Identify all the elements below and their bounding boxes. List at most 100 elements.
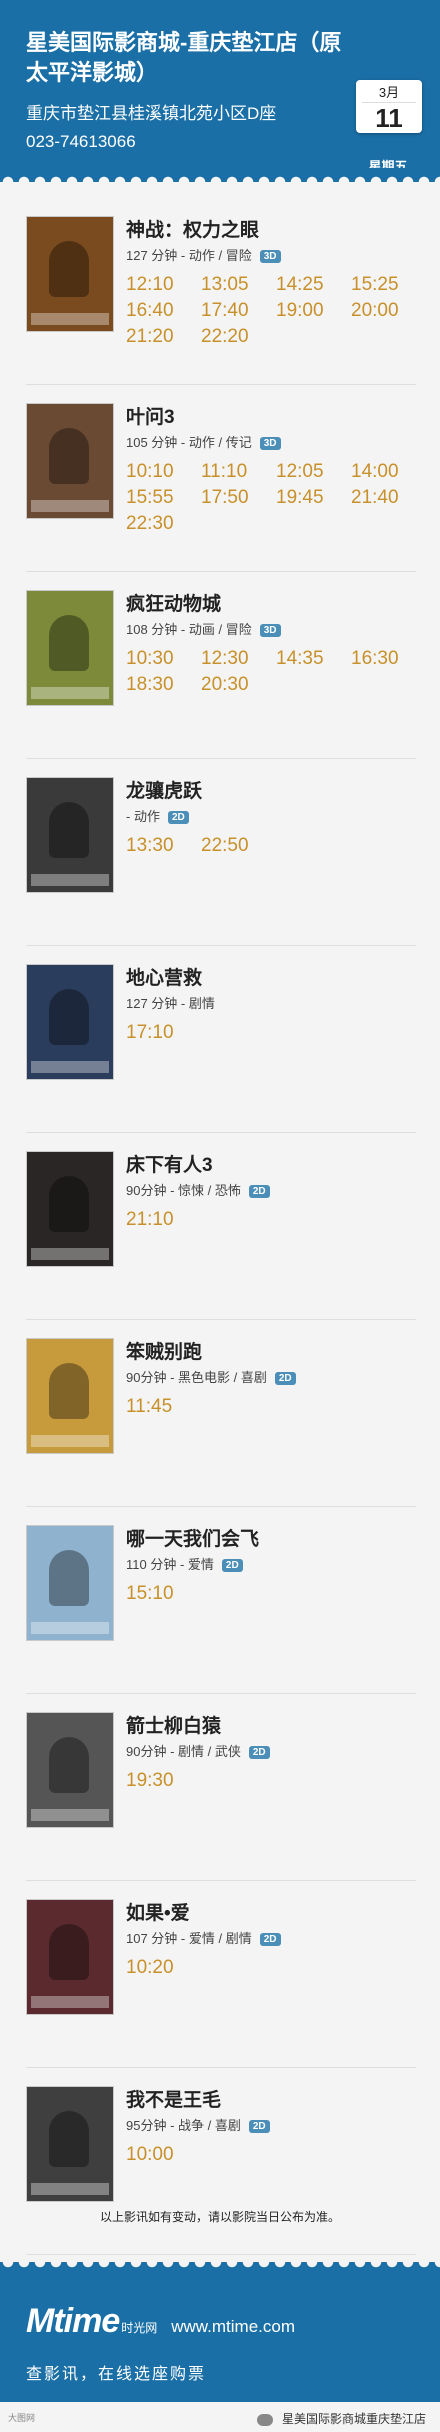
showtime[interactable]: 22:20 [201,324,276,350]
movie-duration-genre: 90分钟 - 剧情 / 武侠 [126,1744,241,1759]
movie-title[interactable]: 哪一天我们会飞 [126,1529,416,1551]
movie-title[interactable]: 箭士柳白猿 [126,1716,416,1738]
movie-title[interactable]: 如果•爱 [126,1903,416,1925]
disclaimer: 以上影讯如有变动，请以影院当日公布为准。 [99,2210,340,2224]
showtimes: 15:10 [126,1581,426,1607]
movie-poster[interactable] [26,2086,114,2202]
movie-duration-genre: 105 分钟 - 动作 / 传记 [126,435,252,450]
showtime[interactable]: 19:00 [276,298,351,324]
showtime[interactable]: 17:10 [126,1020,201,1046]
poster-title-band [31,874,109,886]
movie-meta: 107 分钟 - 爱情 / 剧情 2D [126,1931,416,1947]
showtime[interactable]: 22:30 [126,511,201,537]
showtime[interactable]: 14:25 [276,272,351,298]
movie-duration-genre: 107 分钟 - 爱情 / 剧情 [126,1931,252,1946]
format-badge: 2D [167,810,189,824]
movie-item[interactable]: 箭士柳白猿 90分钟 - 剧情 / 武侠 2D 19:30 [26,1712,416,1881]
showtime[interactable]: 15:25 [351,272,426,298]
movie-item[interactable]: 笨贼别跑 90分钟 - 黑色电影 / 喜剧 2D 11:45 [26,1338,416,1507]
showtime[interactable]: 20:30 [201,672,276,698]
showtime[interactable]: 10:30 [126,646,201,672]
format-badge: 2D [248,1184,270,1198]
format-badge: 2D [248,1745,270,1759]
movie-poster[interactable] [26,1151,114,1267]
showtime[interactable]: 10:00 [126,2142,201,2168]
showtime[interactable]: 16:40 [126,298,201,324]
showtime[interactable]: 12:05 [276,459,351,485]
showtime[interactable]: 22:50 [201,833,276,859]
movie-meta: 90分钟 - 黑色电影 / 喜剧 2D [126,1370,416,1386]
showtimes: 10:20 [126,1955,426,1981]
movie-title[interactable]: 笨贼别跑 [126,1342,416,1364]
movie-item[interactable]: 如果•爱 107 分钟 - 爱情 / 剧情 2D 10:20 [26,1899,416,2068]
poster-figure [49,1176,89,1232]
showtime[interactable]: 11:10 [201,459,276,485]
format-badge: 3D [259,623,281,637]
mtime-logo[interactable]: Mtime 时光网 www.mtime.com [26,2302,295,2341]
showtime[interactable]: 14:00 [351,459,426,485]
movie-info: 神战：权力之眼 127 分钟 - 动作 / 冒险 3D 12:10 13:05 14:25… [126,220,416,350]
format-badge: 2D [221,1558,243,1572]
poster-figure [49,1737,89,1793]
movie-poster[interactable] [26,964,114,1080]
showtime[interactable]: 17:50 [201,485,276,511]
showtime[interactable]: 13:30 [126,833,201,859]
movie-poster[interactable] [26,403,114,519]
movie-title[interactable]: 我不是王毛 [126,2090,416,2112]
showtime[interactable]: 21:10 [126,1207,201,1233]
movie-title[interactable]: 疯狂动物城 [126,594,416,616]
showtime[interactable]: 19:30 [126,1768,201,1794]
movie-poster[interactable] [26,1338,114,1454]
movie-item[interactable]: 床下有人3 90分钟 - 惊悚 / 恐怖 2D 21:10 [26,1151,416,1320]
showtime[interactable]: 10:20 [126,1955,201,1981]
watermark-text: 大图网 [8,2413,36,2423]
showtime[interactable]: 11:45 [126,1394,201,1420]
movie-title[interactable]: 叶问3 [126,407,416,429]
showtime[interactable]: 17:40 [201,298,276,324]
showtime[interactable]: 18:30 [126,672,201,698]
movie-title[interactable]: 床下有人3 [126,1155,416,1177]
movie-poster[interactable] [26,590,114,706]
poster-title-band [31,1996,109,2008]
showtime[interactable]: 10:10 [126,459,201,485]
showtime[interactable]: 19:45 [276,485,351,511]
movie-item[interactable]: 地心营救 127 分钟 - 剧情 17:10 [26,964,416,1133]
movie-title[interactable]: 神战：权力之眼 [126,220,416,242]
movie-item[interactable]: 叶问3 105 分钟 - 动作 / 传记 3D 10:10 11:10 12:05 14:0… [26,403,416,572]
movie-title[interactable]: 地心营救 [126,968,416,990]
movie-list: 神战：权力之眼 127 分钟 - 动作 / 冒险 3D 12:10 13:05 14:25… [26,216,416,2273]
movie-item[interactable]: 我不是王毛 95分钟 - 战争 / 喜剧 2D 10:00 [26,2086,416,2255]
movie-poster[interactable] [26,1525,114,1641]
format-badge: 2D [259,1932,281,1946]
showtimes: 10:30 12:30 14:35 16:30 18:30 20:30 [126,646,426,698]
showtime[interactable]: 21:40 [351,485,426,511]
site-url[interactable]: www.mtime.com [171,2317,295,2337]
cinema-phone[interactable]: 023-74613066 [26,132,440,152]
movie-poster[interactable] [26,1712,114,1828]
movie-title[interactable]: 龙骧虎跃 [126,781,416,803]
movie-poster[interactable] [26,777,114,893]
showtime[interactable]: 14:35 [276,646,351,672]
format-badge: 2D [274,1371,296,1385]
showtimes: 12:10 13:05 14:25 15:25 16:40 17:40 19:00 20:00… [126,272,426,350]
movie-duration-genre: 108 分钟 - 动画 / 冒险 [126,622,252,637]
movie-poster[interactable] [26,1899,114,2015]
movie-item[interactable]: 神战：权力之眼 127 分钟 - 动作 / 冒险 3D 12:10 13:05 14:25… [26,216,416,385]
movie-meta: 90分钟 - 惊悚 / 恐怖 2D [126,1183,416,1199]
date-card: 3月 11 [356,80,422,133]
movie-info: 哪一天我们会飞 110 分钟 - 爱情 2D 15:10 [126,1529,416,1607]
showtime[interactable]: 21:20 [126,324,201,350]
showtime[interactable]: 15:55 [126,485,201,511]
showtime[interactable]: 12:30 [201,646,276,672]
showtime[interactable]: 15:10 [126,1581,201,1607]
showtime[interactable]: 16:30 [351,646,426,672]
showtime[interactable]: 12:10 [126,272,201,298]
movie-item[interactable]: 哪一天我们会飞 110 分钟 - 爱情 2D 15:10 [26,1525,416,1694]
showtime[interactable]: 20:00 [351,298,426,324]
movie-item[interactable]: 疯狂动物城 108 分钟 - 动画 / 冒险 3D 10:30 12:30 14:35 16… [26,590,416,759]
movie-item[interactable]: 龙骧虎跃 - 动作 2D 13:30 22:50 [26,777,416,946]
showtime[interactable]: 13:05 [201,272,276,298]
movie-info: 地心营救 127 分钟 - 剧情 17:10 [126,968,416,1046]
movie-poster[interactable] [26,216,114,332]
movie-info: 床下有人3 90分钟 - 惊悚 / 恐怖 2D 21:10 [126,1155,416,1233]
